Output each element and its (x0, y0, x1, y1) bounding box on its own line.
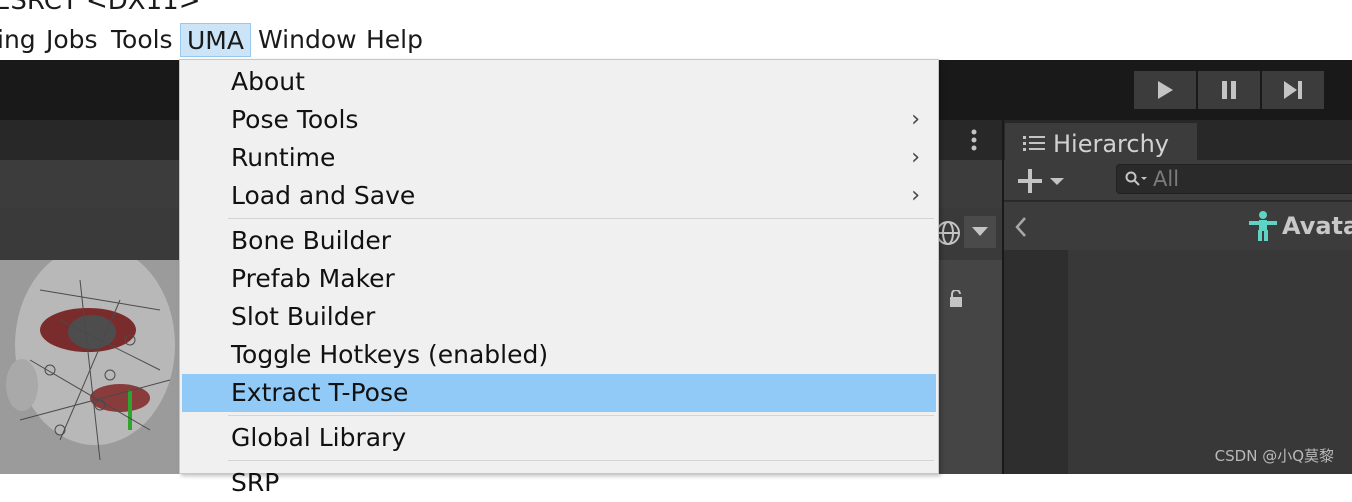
menu-item-label: Prefab Maker (231, 264, 395, 293)
hierarchy-tab-label: Hierarchy (1053, 130, 1170, 158)
menu-item-help[interactable]: Help (366, 23, 423, 57)
menu-item-label: Pose Tools (231, 105, 359, 134)
menu-item-label: SRP (231, 468, 280, 497)
hierarchy-search-field[interactable]: All (1116, 164, 1352, 194)
menu-separator (228, 460, 934, 461)
avatar-head-image (6, 245, 175, 461)
uma-dropdown-menu: About Pose Tools › Runtime › Load and Sa… (179, 59, 939, 497)
hierarchy-tree[interactable] (1004, 250, 1352, 474)
play-button[interactable] (1134, 71, 1196, 109)
step-icon (1284, 81, 1302, 99)
menu-item-jobs[interactable]: Jobs (46, 23, 98, 57)
prefab-avatar-label: Avata (1282, 212, 1352, 240)
menu-separator (228, 218, 934, 219)
back-arrow-icon[interactable] (1014, 216, 1028, 238)
menu-item-window[interactable]: Window (258, 23, 357, 57)
menu-item-label: Runtime (231, 143, 336, 172)
menu-load-and-save[interactable]: Load and Save › (182, 177, 936, 215)
avatar-figure-icon (1249, 211, 1277, 241)
submenu-arrow-icon: › (911, 107, 920, 132)
menu-item-uma[interactable]: UMA (180, 23, 251, 57)
play-icon (1158, 81, 1173, 99)
menu-about[interactable]: About (182, 63, 936, 101)
lock-icon[interactable] (948, 290, 964, 308)
step-button[interactable] (1262, 71, 1324, 109)
create-button[interactable] (1016, 166, 1072, 196)
window-title: ESRCT <DX11> (0, 0, 201, 16)
pause-button[interactable] (1198, 71, 1260, 109)
menu-global-library[interactable]: Global Library (182, 419, 936, 457)
menu-bone-builder[interactable]: Bone Builder (182, 222, 936, 260)
hierarchy-panel: Hierarchy All Avata (1004, 120, 1352, 474)
menu-runtime[interactable]: Runtime › (182, 139, 936, 177)
menu-pose-tools[interactable]: Pose Tools › (182, 101, 936, 139)
menu-toggle-hotkeys[interactable]: Toggle Hotkeys (enabled) (182, 336, 936, 374)
menu-separator (228, 415, 934, 416)
submenu-arrow-icon: › (911, 183, 920, 208)
menu-item-tools[interactable]: Tools (111, 23, 173, 57)
submenu-arrow-icon: › (911, 145, 920, 170)
menu-item-label: About (231, 67, 305, 96)
avatar-head-render (0, 245, 182, 474)
menu-srp[interactable]: SRP (182, 464, 936, 502)
menu-prefab-maker[interactable]: Prefab Maker (182, 260, 936, 298)
kebab-menu-icon[interactable] (968, 128, 980, 154)
search-placeholder: All (1153, 167, 1180, 191)
menu-item-label: Toggle Hotkeys (enabled) (231, 340, 549, 369)
menu-item-label: Extract T-Pose (231, 378, 409, 407)
list-icon (1023, 136, 1045, 151)
menu-item-label: Bone Builder (231, 226, 392, 255)
menu-extract-t-pose[interactable]: Extract T-Pose (182, 374, 936, 412)
menu-item-label: Global Library (231, 423, 407, 452)
window-titlebar: ESRCT <DX11> (0, 0, 1352, 20)
menu-item-label: Slot Builder (231, 302, 376, 331)
menu-item-label: Load and Save (231, 181, 416, 210)
menu-slot-builder[interactable]: Slot Builder (182, 298, 936, 336)
menu-bar: ing Jobs Tools UMA Window Help (0, 20, 1352, 60)
chevron-down-icon (972, 227, 988, 236)
search-icon (1125, 171, 1147, 186)
tab-hierarchy[interactable]: Hierarchy (1005, 123, 1197, 162)
pause-icon (1222, 81, 1236, 99)
prefab-header: Avata (1004, 201, 1352, 250)
watermark: CSDN @小Q莫黎 (1214, 447, 1334, 465)
gizmo-dropdown-button[interactable] (964, 216, 996, 248)
plus-icon (1018, 169, 1064, 193)
menu-item-partial[interactable]: ing (0, 23, 36, 57)
hierarchy-toolbar: All (1004, 160, 1352, 200)
hierarchy-gutter (1004, 250, 1068, 474)
